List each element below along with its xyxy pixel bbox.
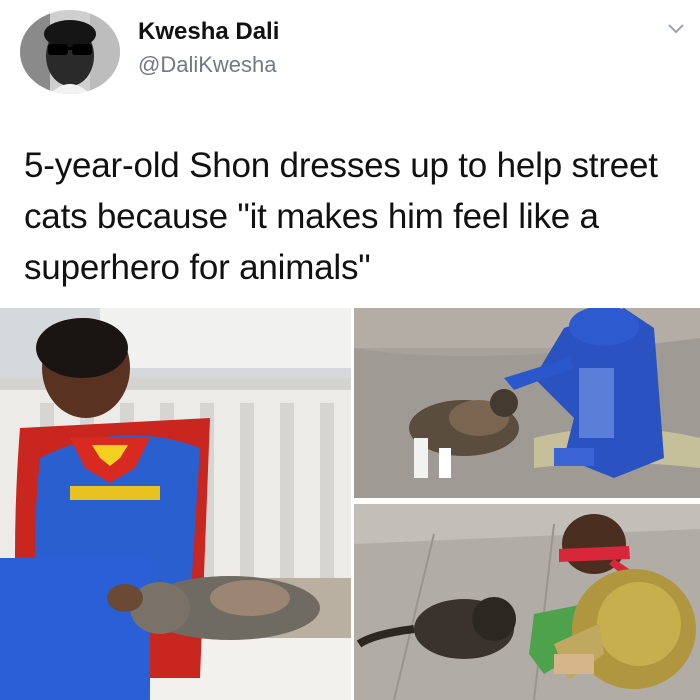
photo-superman-boy[interactable] — [0, 308, 351, 700]
tweet-text: 5-year-old Shon dresses up to help stree… — [24, 146, 658, 287]
photo-grid — [0, 308, 700, 700]
author-handle[interactable]: @DaliKwesha — [138, 52, 277, 78]
chevron-down-icon[interactable] — [666, 18, 686, 38]
author-name[interactable]: Kwesha Dali — [138, 18, 279, 46]
avatar[interactable] — [20, 10, 120, 94]
photo-blue-costume[interactable] — [354, 308, 700, 498]
photo-turtle-costume[interactable] — [354, 504, 700, 700]
tweet-header: Kwesha Dali @DaliKwesha — [0, 0, 700, 110]
